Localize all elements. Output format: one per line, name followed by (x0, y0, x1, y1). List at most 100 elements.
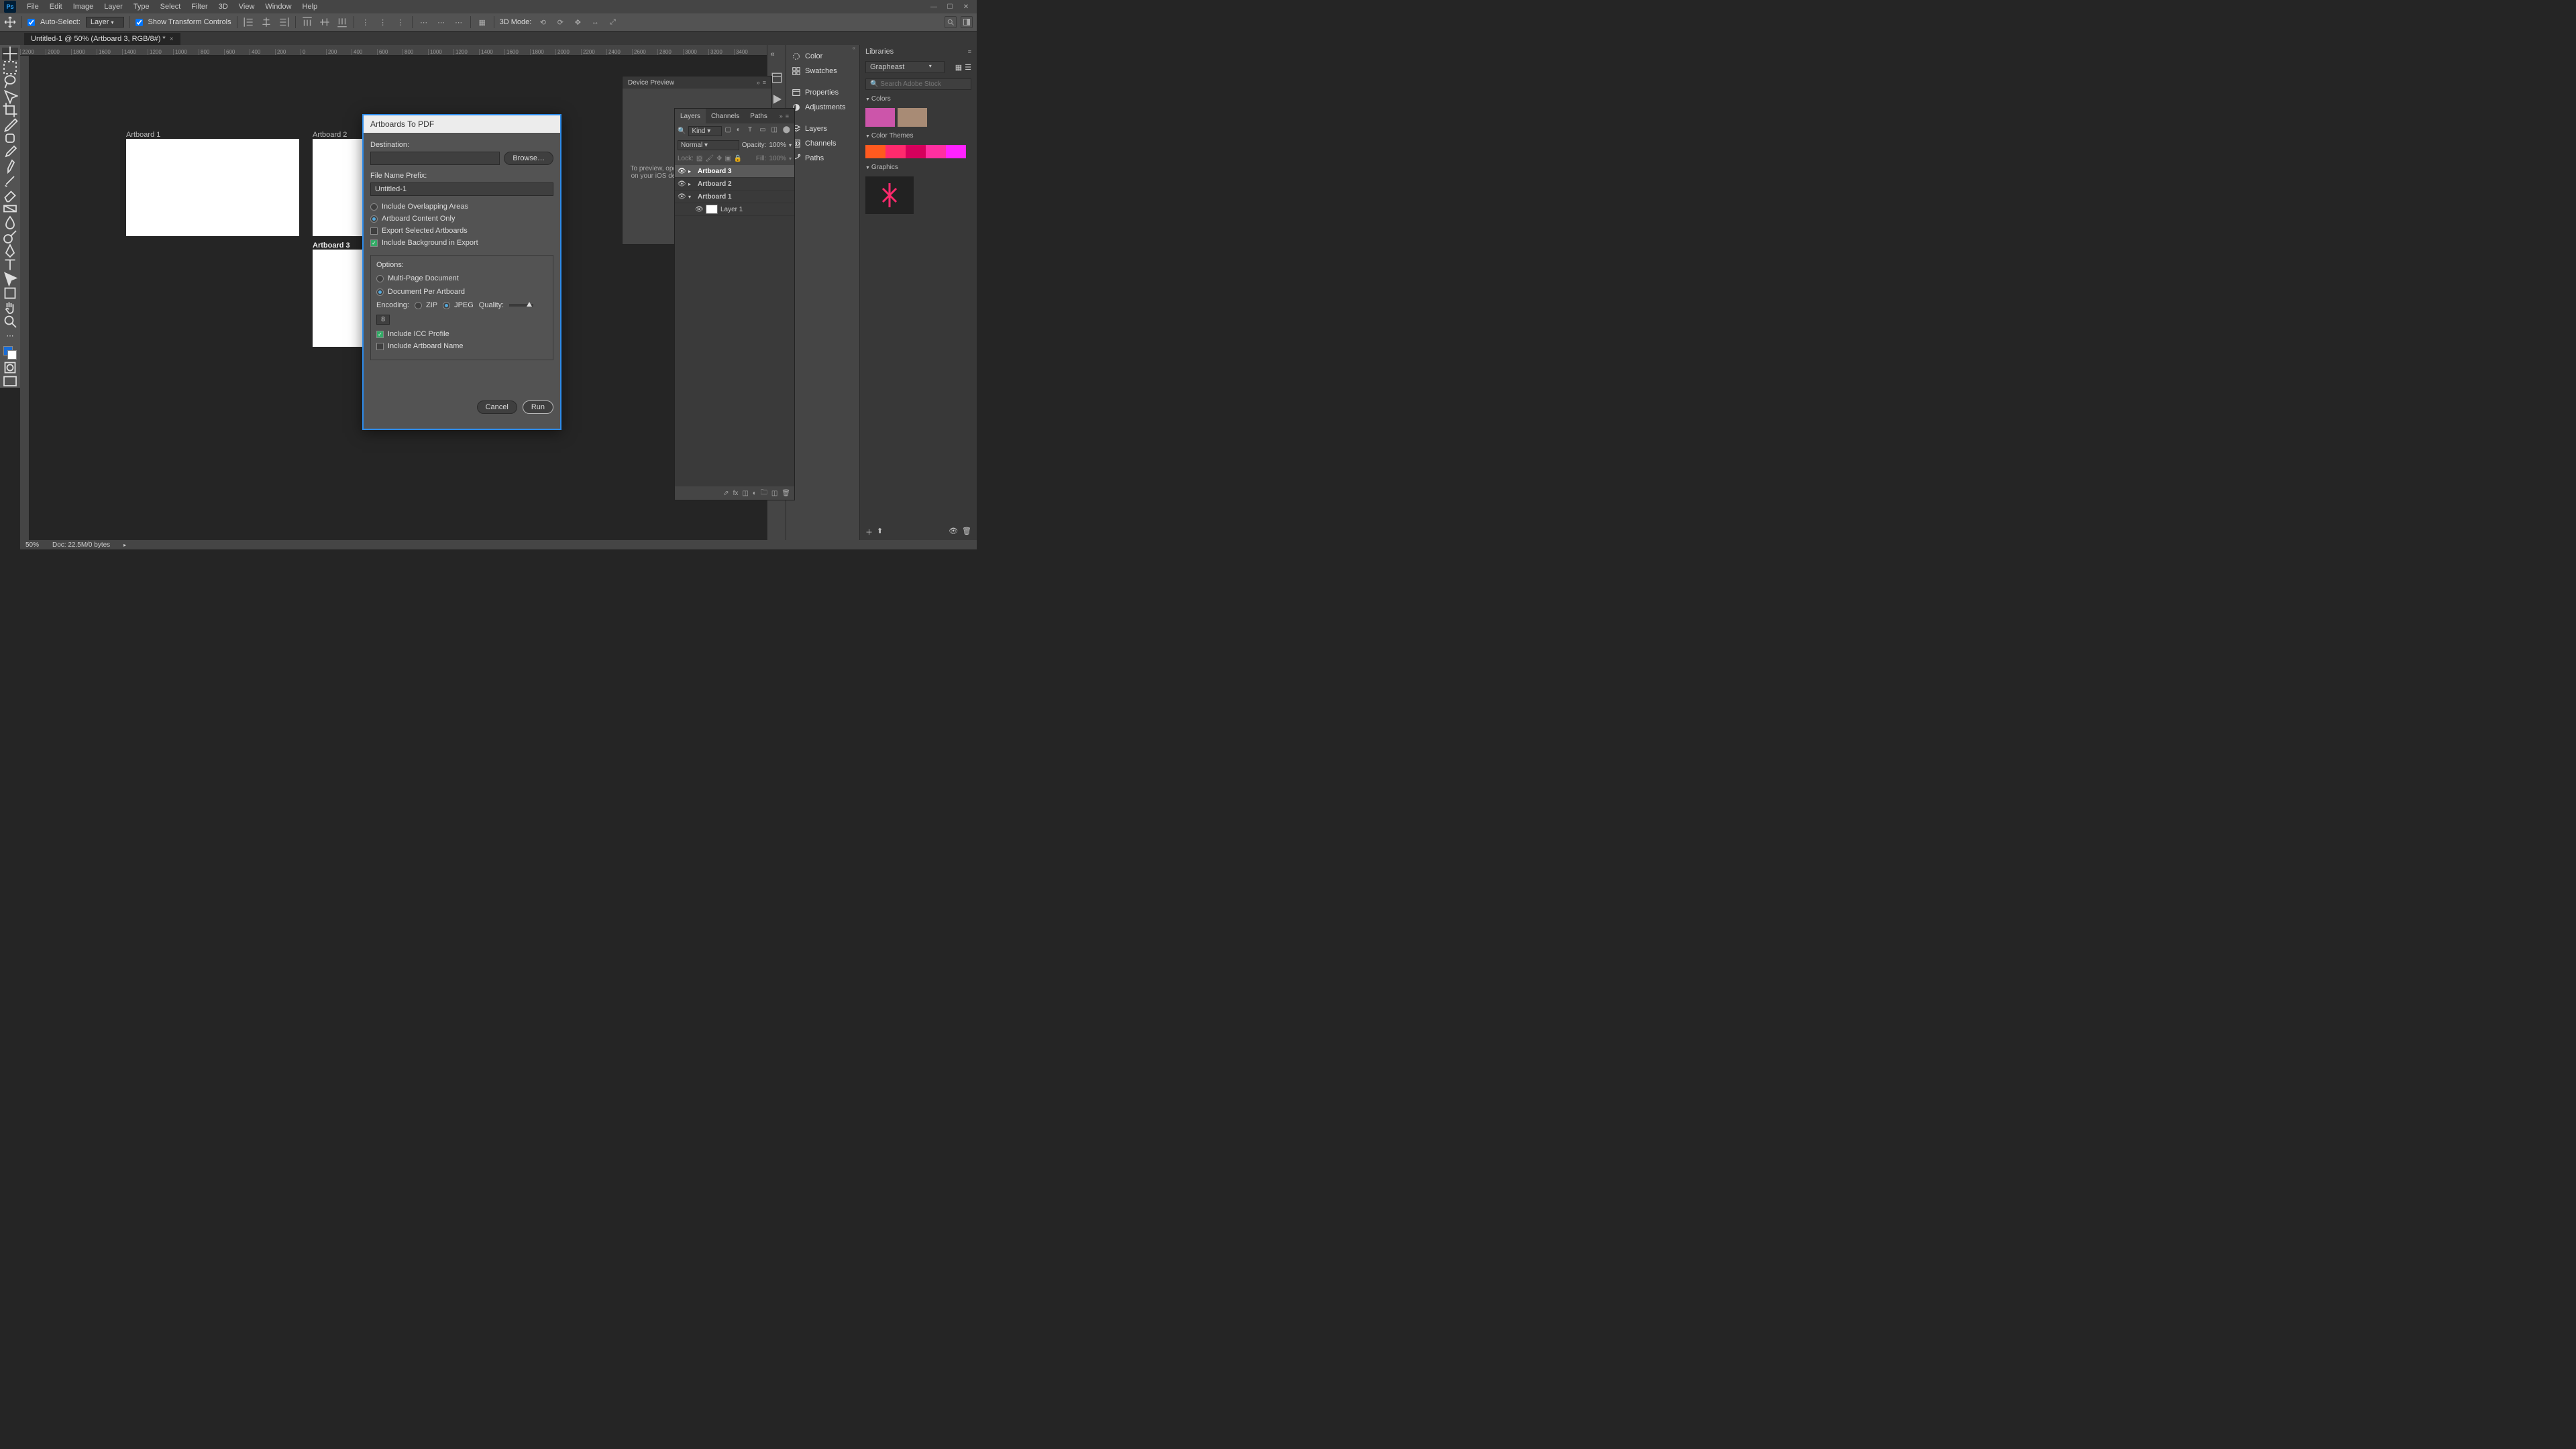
tab-layers[interactable]: Layers (675, 109, 706, 123)
panel-menu-icon[interactable]: ≡ (786, 113, 789, 119)
dodge-tool[interactable] (2, 231, 18, 243)
quickmask-tool[interactable] (2, 362, 18, 374)
jpeg-radio[interactable]: JPEG (443, 301, 474, 309)
lock-transparency-icon[interactable]: ▨ (696, 155, 702, 162)
browse-button[interactable]: Browse… (504, 152, 553, 165)
layer-mask-icon[interactable]: ◫ (742, 490, 748, 497)
lock-pixels-icon[interactable]: 🖌 (705, 155, 714, 162)
device-preview-title[interactable]: Device Preview (628, 79, 674, 87)
lasso-tool[interactable] (2, 76, 18, 88)
align-bottom-icon[interactable] (336, 16, 348, 28)
auto-align-icon[interactable]: ▦ (476, 16, 488, 28)
show-transform-checkbox[interactable] (136, 19, 143, 26)
cancel-button[interactable]: Cancel (477, 400, 517, 414)
panel-menu-icon[interactable]: ≡ (763, 79, 766, 86)
artboard-1-label[interactable]: Artboard 1 (126, 131, 160, 139)
panel-menu-icon[interactable]: ≡ (968, 48, 971, 55)
menu-layer[interactable]: Layer (99, 3, 128, 11)
panel-adjustments[interactable]: Adjustments (786, 100, 859, 115)
menu-view[interactable]: View (233, 3, 260, 11)
per-artboard-radio[interactable]: Document Per Artboard (376, 288, 465, 296)
document-tab[interactable]: Untitled-1 @ 50% (Artboard 3, RGB/8#) * … (24, 33, 180, 45)
panel-paths[interactable]: Paths (786, 151, 859, 166)
panel-color[interactable]: Color (786, 49, 859, 64)
menu-3d[interactable]: 3D (213, 3, 233, 11)
align-right-icon[interactable] (278, 16, 290, 28)
align-top-icon[interactable] (301, 16, 313, 28)
quality-value[interactable]: 8 (376, 315, 390, 325)
library-dropdown[interactable]: Grapheast▾ (865, 61, 945, 73)
eyedropper-tool[interactable] (2, 118, 18, 130)
window-close-icon[interactable]: ✕ (959, 2, 973, 11)
3d-scale-icon[interactable]: ⤢ (606, 16, 619, 28)
graphics-section-header[interactable]: Graphics (865, 164, 971, 171)
visibility-icon[interactable]: 👁 (678, 193, 686, 201)
filter-smartobj-icon[interactable]: ◫ (771, 126, 780, 136)
artboard-1[interactable] (126, 139, 299, 236)
auto-select-target-dropdown[interactable]: Layer ▾ (86, 17, 124, 28)
history-panel-icon[interactable] (771, 72, 783, 84)
close-document-icon[interactable]: × (170, 36, 174, 43)
layer-artboard-1[interactable]: 👁▾Artboard 1 (675, 191, 794, 203)
multipage-radio[interactable]: Multi-Page Document (376, 274, 459, 282)
shape-tool[interactable] (2, 287, 18, 299)
filter-kind-dropdown[interactable]: Kind ▾ (688, 126, 722, 136)
distribute-right-icon[interactable]: ⋯ (453, 16, 465, 28)
artboard-3-label[interactable]: Artboard 3 (313, 241, 350, 250)
visibility-icon[interactable]: 👁 (678, 180, 686, 188)
view-grid-icon[interactable]: ▦ (955, 63, 962, 72)
filter-shape-icon[interactable]: ▭ (759, 126, 768, 136)
auto-select-checkbox[interactable] (28, 19, 35, 26)
filter-adjustment-icon[interactable]: ◐ (737, 126, 745, 136)
layer-artboard-3[interactable]: 👁▸Artboard 3 (675, 165, 794, 178)
brush-tool[interactable] (2, 146, 18, 158)
delete-layer-icon[interactable]: 🗑 (782, 490, 790, 497)
opacity-value[interactable]: 100% (769, 142, 786, 149)
background-color[interactable] (7, 350, 17, 360)
workspace-icon[interactable] (961, 16, 973, 28)
menu-type[interactable]: Type (128, 3, 155, 11)
filter-pixel-icon[interactable]: ▢ (724, 126, 733, 136)
align-vcenter-icon[interactable] (319, 16, 331, 28)
clone-tool[interactable] (2, 160, 18, 172)
search-icon[interactable] (945, 16, 957, 28)
3d-roll-icon[interactable]: ⟳ (554, 16, 566, 28)
path-select-tool[interactable] (2, 273, 18, 285)
prefix-input[interactable] (370, 182, 553, 196)
quality-slider[interactable] (509, 304, 533, 307)
pen-tool[interactable] (2, 245, 18, 257)
library-color-1[interactable] (865, 108, 895, 127)
doc-info-arrow-icon[interactable]: ▸ (123, 542, 126, 548)
icc-checkbox[interactable]: ✓Include ICC Profile (376, 330, 547, 338)
include-background-checkbox[interactable]: ✓Include Background in Export (370, 239, 553, 247)
actions-panel-icon[interactable] (771, 93, 783, 105)
add-content-icon[interactable]: ＋ (865, 527, 873, 537)
layer-group-icon[interactable]: 🗀 (761, 488, 767, 499)
colors-section-header[interactable]: Colors (865, 95, 971, 103)
3d-orbit-icon[interactable]: ⟲ (537, 16, 549, 28)
artboard-2-label[interactable]: Artboard 2 (313, 131, 347, 139)
library-color-2[interactable] (898, 108, 927, 127)
visibility-icon[interactable]: 👁 (678, 168, 686, 175)
distribute-top-icon[interactable]: ⋮ (360, 16, 372, 28)
layer-artboard-2[interactable]: 👁▸Artboard 2 (675, 178, 794, 191)
distribute-bottom-icon[interactable]: ⋮ (394, 16, 407, 28)
window-minimize-icon[interactable]: — (927, 2, 941, 11)
fill-value[interactable]: 100% (769, 155, 786, 162)
menu-image[interactable]: Image (68, 3, 99, 11)
distribute-left-icon[interactable]: ⋯ (418, 16, 430, 28)
add-from-stock-icon[interactable]: ⬆ (877, 527, 883, 537)
filter-toggle-icon[interactable]: ⬤ (783, 126, 792, 136)
3d-pan-icon[interactable]: ✥ (572, 16, 584, 28)
expand-icon[interactable]: ▸ (688, 168, 695, 174)
quick-select-tool[interactable] (2, 90, 18, 102)
panel-layers[interactable]: Layers (786, 121, 859, 136)
destination-input[interactable] (370, 152, 500, 165)
zoom-level[interactable]: 50% (25, 541, 39, 549)
align-left-icon[interactable] (243, 16, 255, 28)
window-restore-icon[interactable]: ☐ (943, 2, 957, 11)
panel-swatches[interactable]: Swatches (786, 64, 859, 78)
library-search[interactable]: 🔍 Search Adobe Stock (865, 78, 971, 90)
lock-position-icon[interactable]: ✥ (716, 155, 722, 162)
healing-tool[interactable] (2, 132, 18, 144)
